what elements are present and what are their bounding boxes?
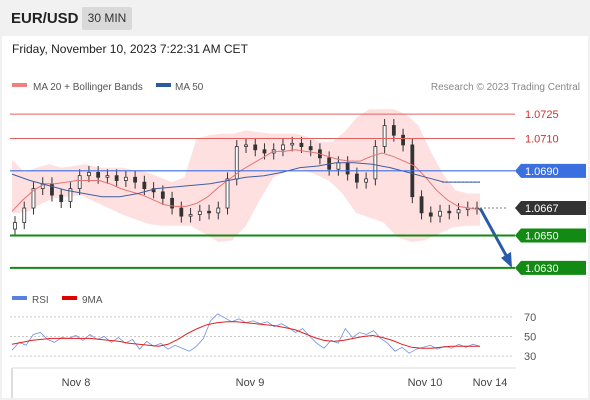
candle-body-20 [197, 210, 202, 215]
level-label-1: 1.0710 [525, 133, 559, 145]
legend-9ma-swatch [62, 296, 77, 300]
legend-ma50-label: MA 50 [175, 82, 204, 93]
candle-body-46 [438, 210, 442, 217]
candle-body-7 [77, 175, 82, 190]
candle-body-9 [96, 172, 101, 178]
candle-body-21 [207, 210, 211, 214]
level-label-5: 1.0630 [525, 263, 559, 275]
level-label-3: 1.0667 [525, 203, 559, 215]
timestamp: Friday, November 10, 2023 7:22:31 AM CET [12, 42, 249, 56]
source-credit: Research © 2023 Trading Central [431, 82, 580, 93]
candle-body-35 [336, 162, 341, 170]
level-label-0: 1.0725 [525, 109, 559, 121]
legend-rsi-swatch [12, 296, 27, 300]
forecast-arrow-shaft [478, 207, 510, 260]
legend-ma20-swatch [12, 83, 27, 87]
candle-body-37 [354, 173, 359, 183]
x-tick-label-2: Nov 10 [408, 377, 443, 389]
candle-body-18 [179, 207, 184, 217]
candle-body-13 [133, 176, 138, 183]
x-tick-label-0: Nov 8 [62, 377, 91, 389]
chart-canvas[interactable]: Friday, November 10, 2023 7:22:31 AM CET… [2, 36, 588, 398]
candle-body-36 [345, 162, 350, 175]
candle-body-29 [281, 144, 285, 151]
candle-body-23 [225, 178, 230, 209]
candle-body-5 [59, 194, 64, 202]
chart-frame: EUR/USD 30 MIN Friday, November 10, 2023… [0, 0, 590, 400]
candle-body-30 [290, 142, 295, 146]
rsi-tick-1: 50 [524, 331, 536, 343]
candle-body-22 [216, 207, 221, 214]
candle-body-44 [419, 196, 424, 214]
legend-ma20-label: MA 20 + Bollinger Bands [33, 82, 143, 93]
candle-body-47 [447, 210, 452, 214]
candle-body-26 [253, 144, 258, 151]
rsi-plot: 70 50 30 [10, 312, 536, 363]
candle-body-31 [299, 142, 304, 147]
candle-body-19 [188, 214, 193, 217]
rsi-ma-line [11, 321, 480, 349]
candle-body-14 [142, 181, 147, 190]
legend-9ma-label: 9MA [82, 295, 103, 306]
candle-body-40 [382, 125, 387, 147]
top-bar: EUR/USD 30 MIN [0, 0, 590, 36]
candle-body-32 [308, 146, 313, 151]
candle-body-25 [244, 144, 248, 147]
candle-body-48 [456, 209, 461, 214]
level-label-2: 1.0690 [525, 166, 559, 178]
candle-body-39 [373, 146, 378, 180]
legend-ma50-swatch [156, 83, 171, 87]
candle-body-45 [428, 212, 433, 217]
chart-panel: Friday, November 10, 2023 7:22:31 AM CET… [2, 36, 588, 398]
candle-body-1 [22, 207, 27, 223]
candle-body-27 [262, 149, 267, 154]
rsi-tick-2: 30 [524, 351, 536, 363]
rsi-tick-0: 70 [524, 312, 536, 324]
candle-body-4 [50, 183, 54, 196]
price-plot [11, 109, 512, 268]
candle-body-12 [123, 176, 128, 181]
candle-body-0 [13, 222, 17, 230]
candle-body-10 [105, 175, 110, 178]
legend-rsi-label: RSI [32, 295, 49, 306]
x-tick-label-3: Nov 14 [473, 377, 508, 389]
candle-body-11 [114, 175, 119, 181]
candle-body-42 [401, 134, 405, 146]
time-axis: Nov 8 Nov 9 Nov 10 Nov 14 [11, 367, 516, 398]
candle-body-8 [87, 172, 91, 177]
x-tick-label-1: Nov 9 [236, 377, 265, 389]
candle-body-41 [391, 125, 396, 136]
level-label-4: 1.0650 [525, 231, 559, 243]
rsi-line [11, 313, 481, 354]
bollinger-band [12, 109, 480, 242]
timeframe-button[interactable]: 30 MIN [82, 7, 132, 30]
candle-body-16 [160, 191, 165, 199]
symbol-label: EUR/USD [11, 10, 79, 27]
candle-body-38 [364, 178, 369, 183]
